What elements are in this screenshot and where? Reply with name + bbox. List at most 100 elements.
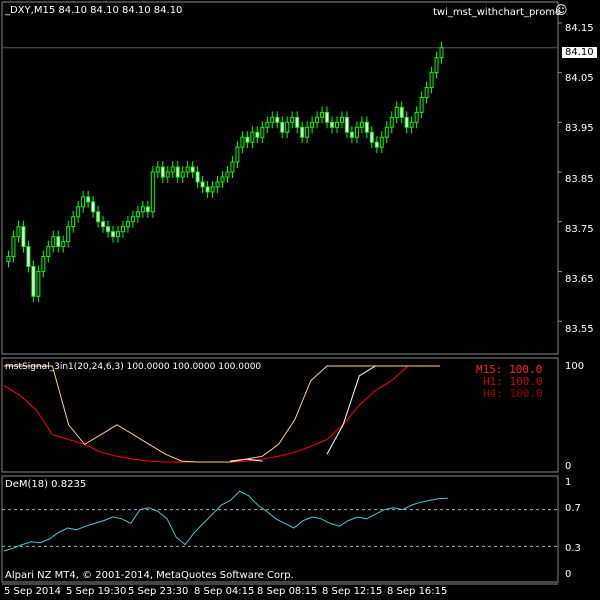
dem-series (3, 490, 449, 552)
candle-body (414, 111, 419, 123)
time-tick: 8 Sep 04:15 (194, 586, 255, 597)
price-tick: 83.55 (565, 324, 594, 335)
candle-body (71, 216, 76, 228)
candle-body (429, 72, 434, 89)
candle-body (76, 206, 81, 218)
candle-body (46, 246, 51, 258)
candle-body (185, 166, 190, 173)
dem-panel-frame (1, 475, 559, 583)
candle-body (240, 136, 245, 148)
candle-body (379, 136, 384, 148)
dem-tick: 0.7 (565, 503, 581, 514)
candle-body (81, 196, 86, 208)
signal-panel-title: mstSignal_3in1(20,24,6,3) 100.0000 100.0… (5, 362, 262, 372)
chart-canvas (1, 1, 562, 585)
time-tick: 8 Sep 08:15 (257, 586, 318, 597)
candle-body (150, 171, 155, 213)
candle-body (339, 116, 344, 123)
signal-tick: 100 (565, 361, 585, 372)
candle-body (369, 131, 374, 143)
candle-body (334, 121, 339, 128)
candle-body (235, 146, 240, 163)
candle-body (364, 121, 369, 133)
price-tick: 83.65 (565, 274, 594, 285)
candle-body (260, 126, 265, 138)
candle-body (106, 226, 111, 233)
candle-body (91, 201, 96, 213)
candle-body (270, 116, 275, 123)
candle-body (195, 171, 200, 183)
candle-body (394, 106, 399, 118)
candle-body (125, 221, 130, 228)
candle-body (215, 181, 220, 188)
dem-tick: 0.3 (565, 543, 581, 554)
candle-body (200, 181, 205, 188)
candle-body (280, 121, 285, 133)
script-label: twi_mst_withchart_promo (433, 7, 562, 18)
candle-body (439, 47, 444, 59)
candle-body (250, 131, 255, 143)
candle-body (330, 121, 335, 128)
candle-body (6, 256, 11, 263)
candle-body (275, 116, 280, 123)
candle-body (220, 176, 225, 183)
main-panel-frame (1, 1, 559, 355)
candle-body (175, 166, 180, 178)
current-price-label: 84.10 (562, 47, 597, 58)
smiley-icon: ☺ (555, 3, 568, 17)
price-tick: 84.05 (565, 73, 594, 84)
price-tick: 83.95 (565, 123, 594, 134)
candle-body (315, 116, 320, 123)
candle-body (325, 111, 330, 123)
candle-body (86, 196, 91, 203)
candle-body (300, 126, 305, 138)
dem-tick: 1 (565, 477, 572, 488)
candle-body (434, 57, 439, 74)
price-tick: 84.15 (565, 23, 594, 34)
candle-body (21, 226, 26, 248)
candle-body (359, 121, 364, 128)
candle-body (145, 206, 150, 213)
candle-body (96, 211, 101, 223)
candle-body (205, 186, 210, 193)
candle-body (374, 141, 379, 148)
candle-body (265, 121, 270, 128)
candle-body (36, 270, 41, 297)
candle-body (170, 166, 175, 173)
time-tick: 5 Sep 19:30 (66, 586, 127, 597)
candle-body (190, 166, 195, 173)
signal-panel-frame (1, 357, 559, 473)
candle-body (424, 87, 429, 98)
candle-body (155, 166, 160, 173)
candle-body (354, 126, 359, 138)
candle-body (51, 236, 56, 248)
candle-body (285, 121, 290, 133)
candle-body (409, 121, 414, 128)
candle-body (66, 226, 71, 243)
candle-body (210, 186, 215, 193)
signal-legend-m15: M15: 100.0 (476, 363, 543, 376)
copyright-text: Alpari NZ MT4, © 2001-2014, MetaQuotes S… (5, 570, 294, 581)
candle-body (399, 106, 404, 118)
candle-body (310, 121, 315, 128)
candle-body (101, 221, 106, 228)
time-tick: 5 Sep 23:30 (128, 586, 189, 597)
candle-body (290, 116, 295, 123)
candle-body (320, 111, 325, 118)
candle-body (120, 226, 125, 233)
dem-tick: 0 (565, 569, 572, 580)
time-tick: 8 Sep 12:15 (322, 586, 383, 597)
candle-body (41, 256, 46, 272)
candle-body (61, 241, 66, 248)
candle-body (165, 171, 170, 178)
candle-body (56, 236, 61, 248)
price-candles (6, 41, 444, 303)
main-chart-title: _DXY,M15 84.10 84.10 84.10 84.10 (5, 5, 183, 16)
signal-series-h1 (230, 365, 440, 462)
candle-body (111, 231, 116, 238)
candle-body (225, 171, 230, 178)
candle-body (130, 216, 135, 223)
candle-body (255, 131, 260, 138)
signal-series-h4 (4, 365, 440, 463)
candle-body (115, 231, 120, 238)
